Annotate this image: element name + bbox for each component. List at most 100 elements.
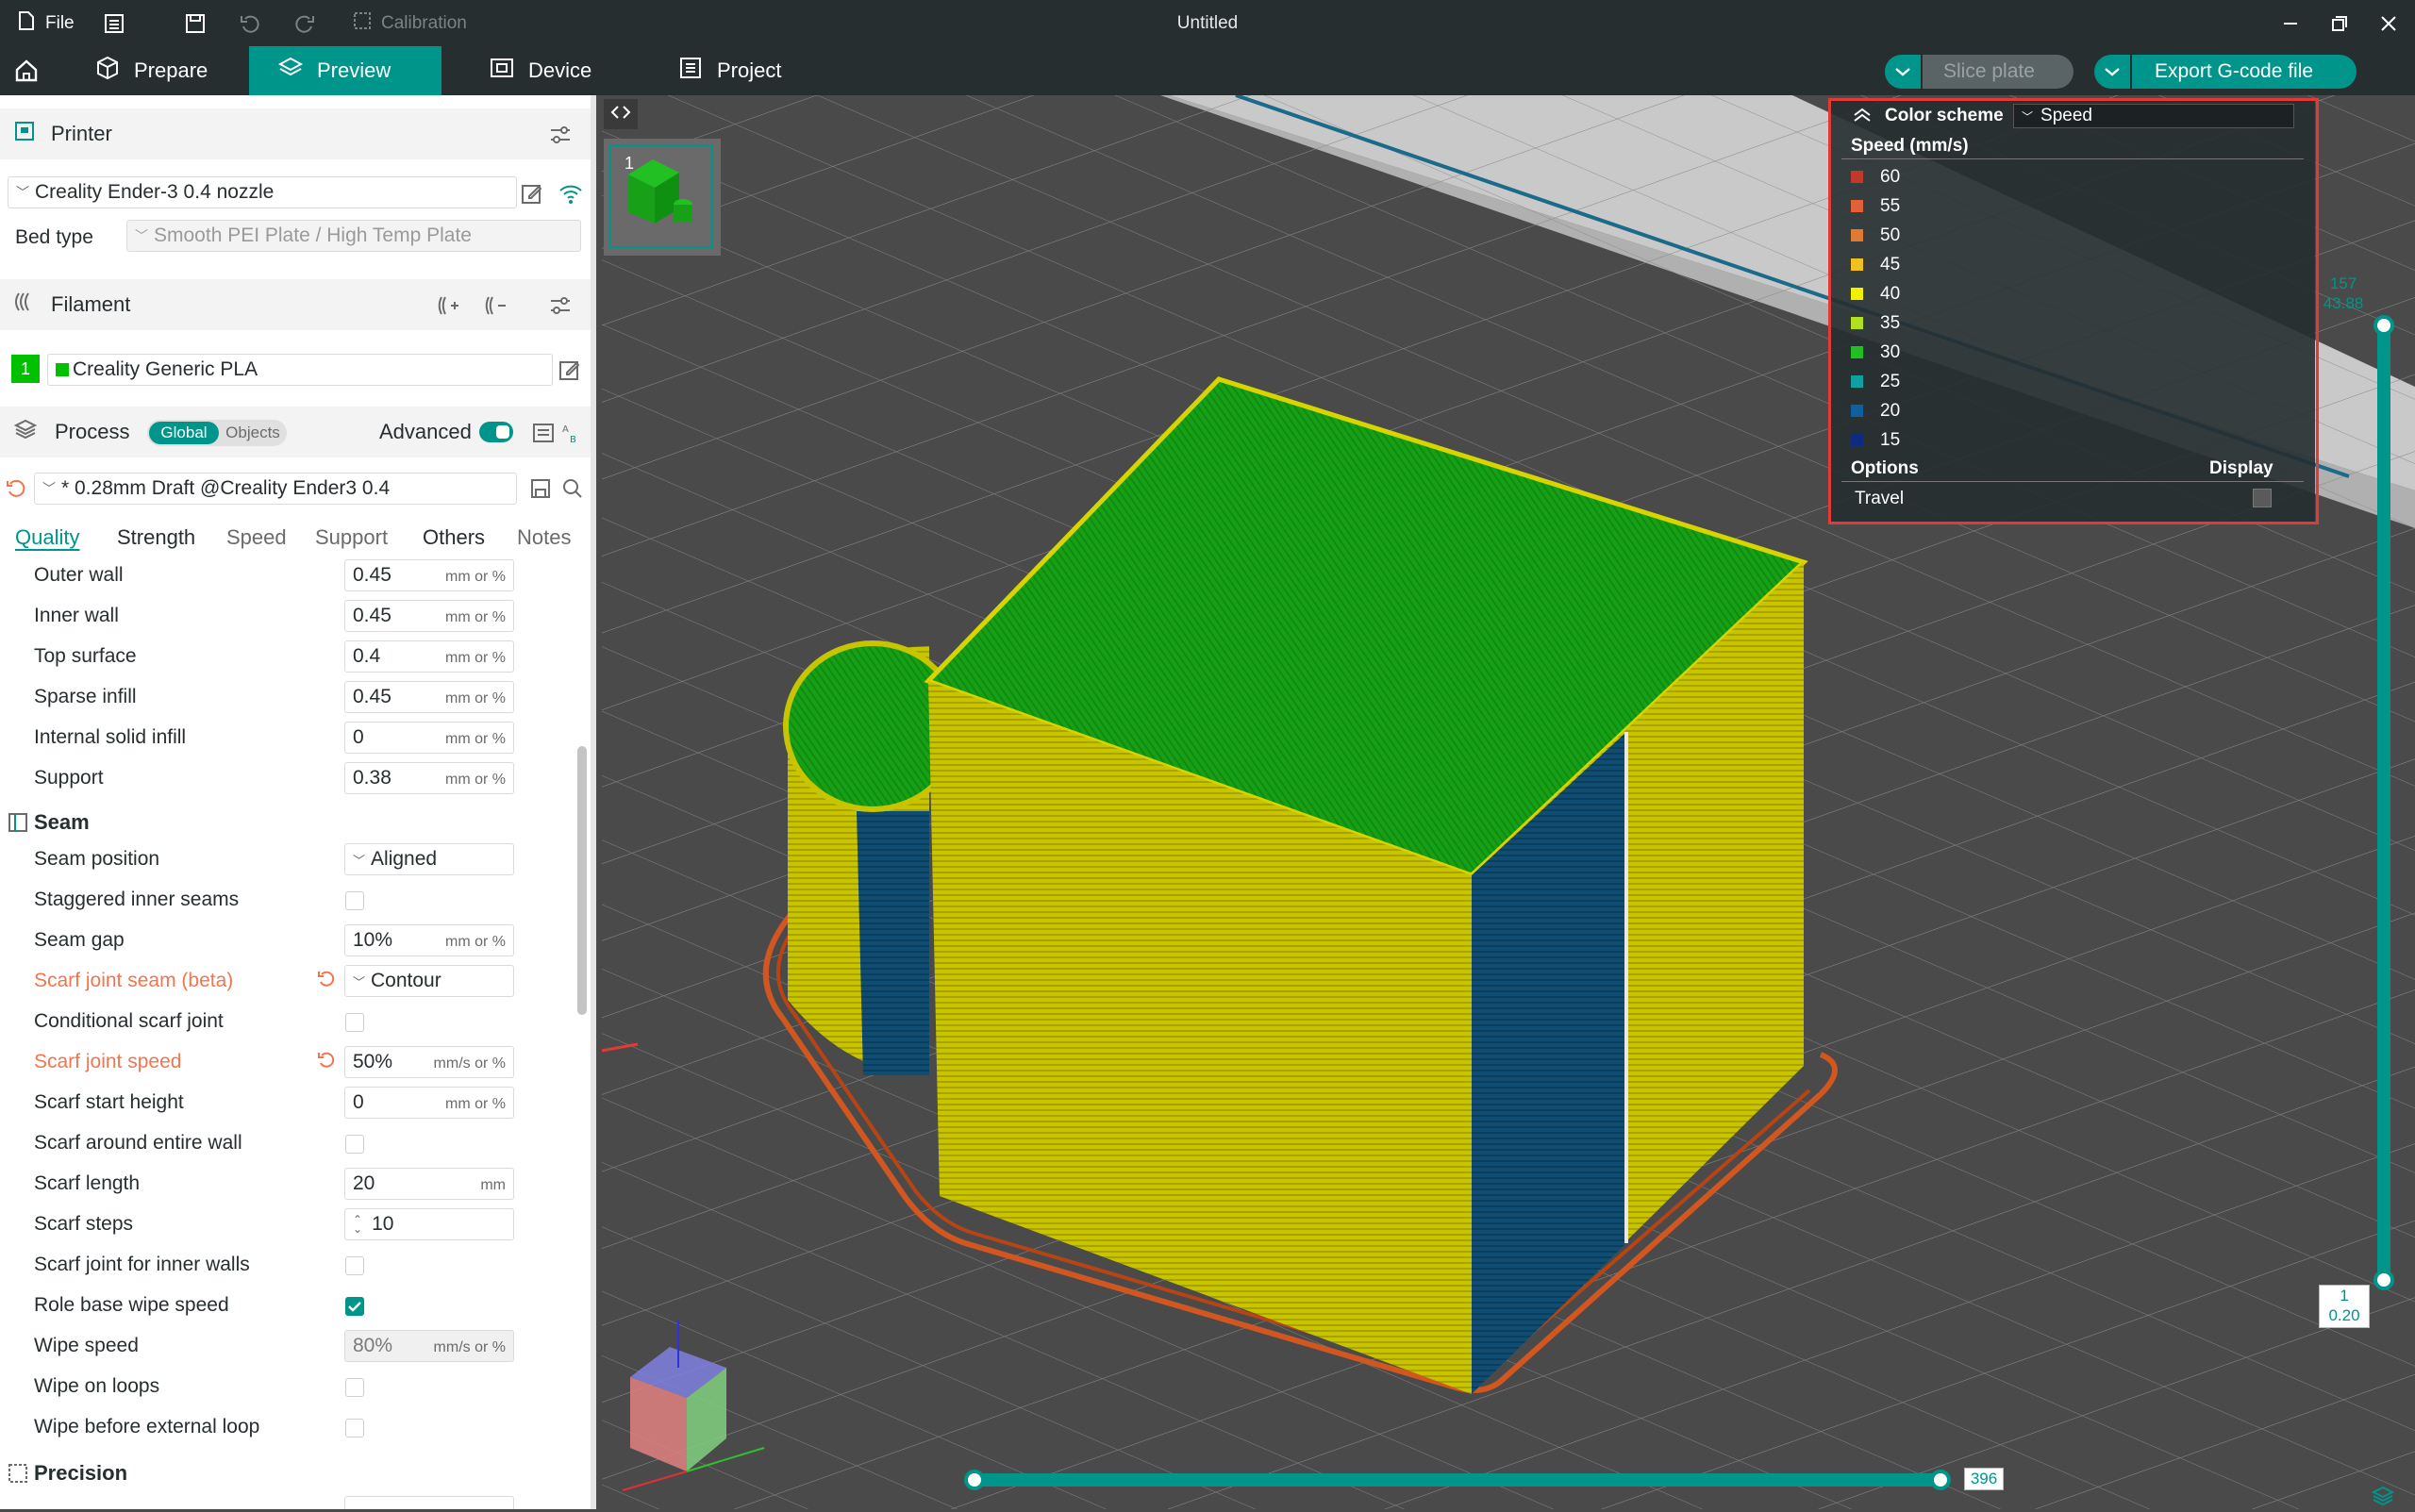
subtab-notes[interactable]: Notes bbox=[517, 525, 571, 550]
search-icon[interactable] bbox=[562, 478, 583, 504]
sidebar-scrollbar[interactable] bbox=[577, 746, 587, 1015]
minimize-icon[interactable] bbox=[2266, 0, 2315, 46]
move-slider-end-handle[interactable] bbox=[1930, 1470, 1951, 1490]
add-filament-icon[interactable] bbox=[438, 294, 460, 323]
travel-display-checkbox[interactable] bbox=[2253, 489, 2272, 507]
plate-thumbnail[interactable]: 1 bbox=[604, 139, 721, 256]
tab-project[interactable]: Project bbox=[649, 46, 819, 95]
global-objects-toggle[interactable]: Global Objects bbox=[147, 420, 287, 446]
sort-icon[interactable]: AB bbox=[560, 422, 583, 450]
reset-icon[interactable] bbox=[317, 1051, 336, 1075]
subtab-quality[interactable]: Quality bbox=[15, 525, 79, 550]
scarf-joint-inner-walls-checkbox[interactable] bbox=[345, 1256, 364, 1275]
reset-icon[interactable] bbox=[6, 478, 26, 504]
scarf-joint-speed-input[interactable]: 50% mm/s or % bbox=[344, 1046, 514, 1078]
restore-icon[interactable] bbox=[2315, 0, 2364, 46]
layer-slider-top-handle[interactable] bbox=[2373, 315, 2394, 336]
home-icon[interactable] bbox=[0, 46, 57, 95]
scarf-joint-seam-select[interactable]: ﹀ Contour bbox=[344, 965, 514, 997]
legend-swatch bbox=[1851, 346, 1863, 358]
remove-filament-icon[interactable] bbox=[485, 294, 508, 323]
filament-select[interactable]: Creality Generic PLA bbox=[47, 354, 553, 386]
calibration-menu[interactable]: Calibration bbox=[353, 0, 467, 46]
role-base-wipe-speed-checkbox[interactable] bbox=[345, 1297, 364, 1316]
tab-device[interactable]: Device bbox=[460, 46, 630, 95]
support-input[interactable]: 0.38 mm or % bbox=[344, 762, 514, 794]
chevron-left-right-icon bbox=[610, 104, 631, 125]
legend-value: 30 bbox=[1880, 341, 1901, 362]
bed-type-label: Bed type bbox=[15, 226, 93, 248]
save-icon[interactable] bbox=[185, 0, 206, 46]
chevron-down-icon: ﹀ bbox=[353, 853, 366, 868]
redo-icon[interactable] bbox=[294, 0, 315, 46]
objects-option[interactable]: Objects bbox=[221, 422, 285, 444]
wipe-speed-input[interactable]: 80% mm/s or % bbox=[344, 1330, 514, 1362]
global-option[interactable]: Global bbox=[149, 422, 219, 444]
menu-list-icon[interactable] bbox=[104, 0, 125, 46]
calibration-icon bbox=[353, 11, 372, 36]
wipe-before-external-loop-checkbox[interactable] bbox=[345, 1419, 364, 1437]
wipe-on-loops-checkbox[interactable] bbox=[345, 1378, 364, 1397]
tab-preview[interactable]: Preview bbox=[249, 46, 441, 95]
settings-sidebar: Printer ﹀ Creality Ender-3 0.4 nozzle Be… bbox=[0, 95, 596, 1509]
internal-solid-infill-input[interactable]: 0 mm or % bbox=[344, 722, 514, 754]
process-preset-select[interactable]: ﹀ * 0.28mm Draft @Creality Ender3 0.4 bbox=[34, 473, 517, 505]
move-slider-start-handle[interactable] bbox=[964, 1470, 985, 1490]
filament-slot-badge[interactable]: 1 bbox=[11, 355, 40, 383]
close-icon[interactable] bbox=[2364, 0, 2413, 46]
legend-swatch bbox=[1851, 229, 1863, 241]
inner-wall-input[interactable]: 0.45 mm or % bbox=[344, 600, 514, 632]
edit-icon[interactable] bbox=[558, 358, 581, 386]
filament-settings-icon[interactable] bbox=[549, 294, 572, 323]
edit-icon[interactable] bbox=[521, 182, 543, 209]
legend-entry: 60 bbox=[1851, 162, 1900, 191]
tab-prepare[interactable]: Prepare bbox=[66, 46, 249, 95]
layer-slider-track[interactable] bbox=[2373, 315, 2394, 1290]
layer-slider-bottom-handle[interactable] bbox=[2373, 1270, 2394, 1290]
scarf-steps-spinner[interactable]: ⌃ ⌄ 10 bbox=[344, 1208, 514, 1240]
layers-icon[interactable] bbox=[2371, 1485, 2395, 1512]
seam-gap-input[interactable]: 10% mm or % bbox=[344, 924, 514, 956]
export-gcode-button[interactable]: Export G-code file bbox=[2094, 55, 2357, 89]
legend-value: 20 bbox=[1880, 400, 1901, 421]
outer-wall-input[interactable]: 0.45 mm or % bbox=[344, 559, 514, 591]
printer-select[interactable]: ﹀ Creality Ender-3 0.4 nozzle bbox=[8, 176, 517, 208]
advanced-toggle[interactable] bbox=[479, 422, 513, 442]
filament-section-header: Filament bbox=[0, 279, 591, 330]
seam-position-select[interactable]: ﹀ Aligned bbox=[344, 843, 514, 875]
undo-icon[interactable] bbox=[240, 0, 260, 46]
legend-entry: 45 bbox=[1851, 250, 1900, 279]
device-icon bbox=[489, 55, 515, 87]
setting-sparse-infill: Sparse infill 0.45 mm or % bbox=[0, 677, 566, 718]
collapse-sidebar-button[interactable] bbox=[604, 99, 638, 129]
legend-value: 15 bbox=[1880, 429, 1901, 450]
top-surface-input[interactable]: 0.4 mm or % bbox=[344, 640, 514, 673]
scarf-start-height-input[interactable]: 0 mm or % bbox=[344, 1087, 514, 1119]
scarf-length-input[interactable]: 20 mm bbox=[344, 1168, 514, 1200]
collapse-legend-icon[interactable] bbox=[1853, 108, 1872, 128]
color-scheme-select[interactable]: ﹀ Speed bbox=[2013, 104, 2294, 128]
move-slider-track[interactable] bbox=[964, 1470, 1951, 1490]
file-menu[interactable]: File bbox=[17, 0, 75, 46]
legend-swatch bbox=[1851, 200, 1863, 212]
compare-icon[interactable] bbox=[532, 422, 555, 450]
partial-input[interactable] bbox=[344, 1496, 514, 1509]
printer-settings-icon[interactable] bbox=[549, 124, 572, 152]
sparse-infill-input[interactable]: 0.45 mm or % bbox=[344, 681, 514, 713]
setting-seam-gap: Seam gap 10% mm or % bbox=[0, 921, 566, 961]
slice-plate-button[interactable]: Slice plate bbox=[1885, 55, 2074, 89]
legend-entry: 30 bbox=[1851, 338, 1900, 367]
chevron-down-icon bbox=[2094, 55, 2132, 89]
reset-icon[interactable] bbox=[317, 970, 336, 994]
conditional-scarf-joint-checkbox[interactable] bbox=[345, 1013, 364, 1032]
setting-wipe-on-loops: Wipe on loops bbox=[0, 1367, 566, 1407]
subtab-others[interactable]: Others bbox=[423, 525, 485, 550]
subtab-support[interactable]: Support bbox=[315, 525, 388, 550]
staggered-inner-seams-checkbox[interactable] bbox=[345, 891, 364, 910]
save-preset-icon[interactable] bbox=[530, 478, 551, 504]
bed-type-select[interactable]: ﹀ Smooth PEI Plate / High Temp Plate bbox=[126, 220, 581, 252]
subtab-strength[interactable]: Strength bbox=[117, 525, 195, 550]
subtab-speed[interactable]: Speed bbox=[226, 525, 287, 550]
wifi-icon[interactable] bbox=[558, 182, 583, 209]
scarf-around-entire-wall-checkbox[interactable] bbox=[345, 1135, 364, 1154]
